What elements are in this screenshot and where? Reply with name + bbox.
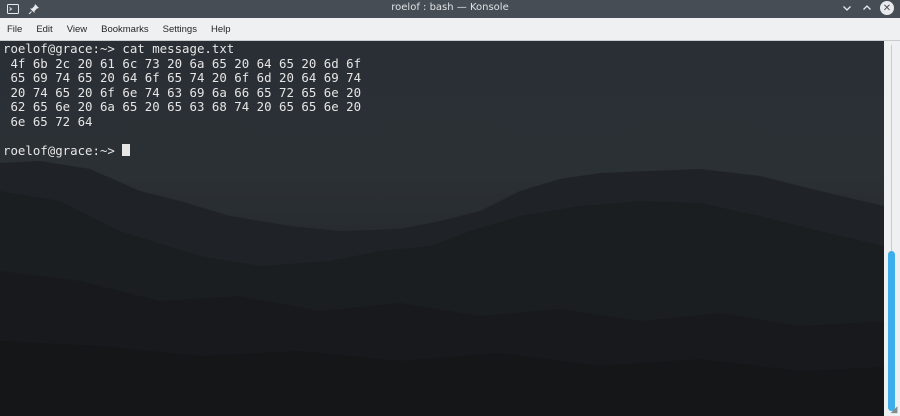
prompt-line[interactable]: roelof@grace:~> xyxy=(3,143,361,159)
vertical-scrollbar[interactable]: ◢ xyxy=(884,41,900,416)
terminal-line: 6e 65 72 64 xyxy=(3,113,93,129)
close-icon[interactable]: ✕ xyxy=(880,1,894,15)
menu-view[interactable]: View xyxy=(60,24,94,35)
menu-edit[interactable]: Edit xyxy=(29,24,59,35)
terminal-view[interactable]: roelof@grace:~> cat message.txt 4f 6b 2c… xyxy=(0,41,884,416)
menu-bar: File Edit View Bookmarks Settings Help xyxy=(0,18,900,41)
terminal-line: 20 74 65 20 6f 6e 74 63 69 6a 66 65 72 6… xyxy=(3,84,362,100)
konsole-window: roelof : bash — Konsole ✕ File Edit View… xyxy=(0,0,900,416)
terminal-line: 4f 6b 2c 20 61 6c 73 20 6a 65 20 64 65 2… xyxy=(3,55,362,71)
scrollbar-thumb[interactable] xyxy=(888,251,895,411)
terminal-line: 62 65 6e 20 6a 65 20 65 63 68 74 20 65 6… xyxy=(3,99,362,115)
title-bar[interactable]: roelof : bash — Konsole ✕ xyxy=(0,0,900,18)
menu-help[interactable]: Help xyxy=(204,24,238,35)
terminal-line: 65 69 74 65 20 64 6f 65 74 20 6f 6d 20 6… xyxy=(3,70,362,86)
menu-bookmarks[interactable]: Bookmarks xyxy=(94,24,156,35)
resize-grip-icon[interactable]: ◢ xyxy=(889,405,899,415)
shell-prompt: roelof@grace:~> xyxy=(3,143,123,159)
window-title: roelof : bash — Konsole xyxy=(391,2,509,13)
text-cursor xyxy=(122,144,131,157)
menu-file[interactable]: File xyxy=(0,24,29,35)
minimize-icon[interactable] xyxy=(840,1,854,15)
terminal-line: roelof@grace:~> cat message.txt xyxy=(3,41,235,56)
menu-settings[interactable]: Settings xyxy=(156,24,204,35)
maximize-icon[interactable] xyxy=(860,1,874,15)
terminal-output: roelof@grace:~> cat message.txt 4f 6b 2c… xyxy=(3,41,362,159)
